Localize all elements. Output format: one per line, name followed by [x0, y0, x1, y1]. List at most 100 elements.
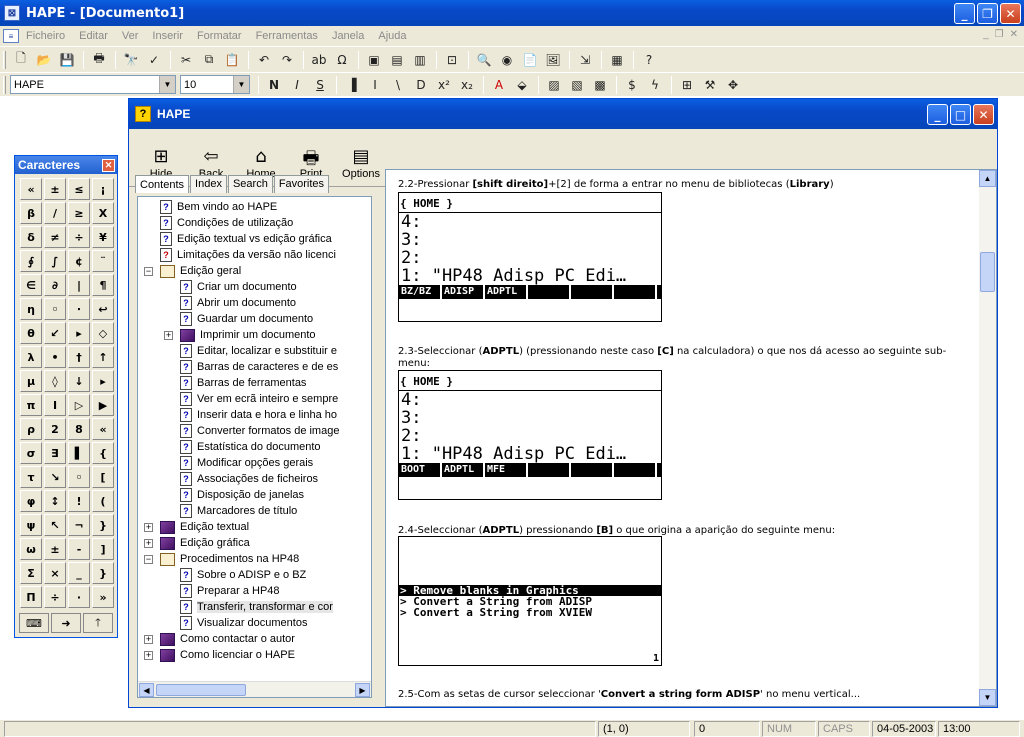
character-cell[interactable]: ψ — [20, 514, 42, 536]
tree-scroll-thumb[interactable] — [156, 684, 246, 696]
character-cell[interactable]: ¬ — [68, 514, 90, 536]
keyboard-icon[interactable]: ⌨ — [19, 613, 49, 633]
character-cell[interactable]: · — [68, 586, 90, 608]
tree-item[interactable]: ? Condições de utilização — [160, 215, 293, 231]
tree-item[interactable]: − Edição geral — [144, 263, 241, 279]
character-cell[interactable]: ↙ — [44, 322, 66, 344]
chevron-down-icon[interactable]: ▼ — [233, 76, 249, 93]
arrow-up-icon[interactable]: 🡑 — [83, 613, 113, 633]
restore-button[interactable]: ❐ — [977, 3, 998, 24]
calculator-icon[interactable]: ▦ — [606, 50, 628, 70]
spellcheck-icon[interactable]: ✓ — [143, 50, 165, 70]
wand-icon[interactable]: ϟ — [644, 75, 666, 95]
tree-item[interactable]: ? Preparar a HP48 — [180, 583, 280, 599]
toolbar-grip[interactable] — [3, 50, 6, 69]
tree-item[interactable]: ? Disposição de janelas — [180, 487, 304, 503]
find-icon[interactable]: 🔭 — [120, 50, 142, 70]
tree-item[interactable]: ? Marcadores de título — [180, 503, 297, 519]
print-icon[interactable]: 🖶 — [88, 50, 110, 70]
character-cell[interactable]: ∃ — [44, 442, 66, 464]
close-button[interactable]: ✕ — [1000, 3, 1021, 24]
character-cell[interactable]: « — [20, 178, 42, 200]
character-cell[interactable]: Χ — [92, 202, 114, 224]
character-cell[interactable]: • — [44, 346, 66, 368]
character-cell[interactable]: } — [92, 514, 114, 536]
character-cell[interactable]: ≥ — [68, 202, 90, 224]
move-icon[interactable]: ✥ — [722, 75, 744, 95]
character-cell[interactable]: ▷ — [68, 394, 90, 416]
character-cell[interactable]: ↖ — [44, 514, 66, 536]
character-cell[interactable]: η — [20, 298, 42, 320]
grid-icon[interactable]: ⊞ — [676, 75, 698, 95]
character-cell[interactable]: ¢ — [68, 250, 90, 272]
tree-horizontal-scrollbar[interactable]: ◀ ▶ — [138, 681, 371, 697]
character-cell[interactable]: ◊ — [44, 370, 66, 392]
doc-close-icon[interactable]: ✕ — [1010, 29, 1018, 40]
doc-restore-icon[interactable]: ❐ — [995, 29, 1004, 40]
slash-icon[interactable]: \ — [387, 75, 409, 95]
tree-item[interactable]: ? Barras de caracteres e de es — [180, 359, 338, 375]
menu-editar[interactable]: Editar — [72, 30, 115, 42]
character-cell[interactable]: - — [68, 538, 90, 560]
character-cell[interactable]: Π — [20, 586, 42, 608]
character-cell[interactable]: ◦ — [68, 466, 90, 488]
size-select[interactable]: 10 ▼ — [180, 75, 250, 94]
collapse-icon[interactable]: − — [144, 554, 153, 564]
tree-item[interactable]: ? Estatística do documento — [180, 439, 321, 455]
tree-item[interactable]: ? Transferir, transformar e cor — [180, 599, 333, 615]
character-cell[interactable]: ↩ — [92, 298, 114, 320]
tree-item[interactable]: ? Barras de ferramentas — [180, 375, 306, 391]
subscript-icon[interactable]: x₂ — [456, 75, 478, 95]
palette-titlebar[interactable]: Caracteres ✕ — [15, 156, 117, 174]
italic-icon[interactable]: I — [286, 75, 308, 95]
redo-icon[interactable]: ↷ — [276, 50, 298, 70]
scroll-right-icon[interactable]: ▶ — [355, 683, 370, 697]
character-cell[interactable]: ↘ — [44, 466, 66, 488]
character-cell[interactable]: τ — [20, 466, 42, 488]
content-scroll-thumb[interactable] — [980, 252, 995, 292]
character-cell[interactable]: » — [92, 586, 114, 608]
tree-item[interactable]: ? Associações de ficheiros — [180, 471, 318, 487]
character-cell[interactable]: ρ — [20, 418, 42, 440]
omega-icon[interactable]: Ω — [331, 50, 353, 70]
menu-inserir[interactable]: Inserir — [145, 30, 190, 42]
scroll-left-icon[interactable]: ◀ — [139, 683, 154, 697]
doc-minimize-icon[interactable]: _ — [983, 29, 989, 40]
record-icon[interactable]: ◉ — [496, 50, 518, 70]
picture1-icon[interactable]: ▨ — [543, 75, 565, 95]
picture3-icon[interactable]: ▩ — [589, 75, 611, 95]
font-select[interactable]: HAPE ▼ — [10, 75, 176, 94]
tree-item[interactable]: + Edição gráfica — [144, 535, 250, 551]
new-icon[interactable]: 🗋 — [10, 50, 32, 70]
scroll-up-icon[interactable]: ▲ — [979, 170, 996, 187]
character-cell[interactable]: | — [68, 274, 90, 296]
menu-ficheiro[interactable]: Ficheiro — [19, 30, 72, 42]
character-cell[interactable]: 2 — [44, 418, 66, 440]
screen2-icon[interactable]: ▤ — [386, 50, 408, 70]
screen3-icon[interactable]: ▥ — [409, 50, 431, 70]
character-cell[interactable]: { — [92, 442, 114, 464]
tree-item[interactable]: + Como licenciar o HAPE — [144, 647, 295, 663]
tree-item[interactable]: ? Guardar um documento — [180, 311, 313, 327]
ab-icon[interactable]: ab — [308, 50, 330, 70]
character-cell[interactable]: ↑ — [92, 346, 114, 368]
character-cell[interactable]: ▌ — [68, 442, 90, 464]
open-icon[interactable]: 📂 — [33, 50, 55, 70]
pdf-icon[interactable]: 📄 — [519, 50, 541, 70]
character-cell[interactable]: 8 — [68, 418, 90, 440]
character-cell[interactable]: ± — [44, 538, 66, 560]
menu-ajuda[interactable]: Ajuda — [371, 30, 413, 42]
character-cell[interactable]: ◦ — [44, 298, 66, 320]
scroll-down-icon[interactable]: ▼ — [979, 689, 996, 706]
minimize-button[interactable]: _ — [954, 3, 975, 24]
inverse-icon[interactable]: ▐ — [341, 75, 363, 95]
character-cell[interactable]: ω — [20, 538, 42, 560]
tab-index[interactable]: Index — [190, 175, 227, 193]
character-cell[interactable]: β — [20, 202, 42, 224]
help-icon[interactable]: ? — [638, 50, 660, 70]
toolbar-grip[interactable] — [3, 75, 6, 94]
box-i-icon[interactable]: Ⅰ — [364, 75, 386, 95]
tree-item[interactable]: ? Sobre o ADISP e o BZ — [180, 567, 306, 583]
tree-item[interactable]: ? Editar, localizar e substituir e — [180, 343, 337, 359]
expand-icon[interactable]: + — [164, 330, 173, 340]
